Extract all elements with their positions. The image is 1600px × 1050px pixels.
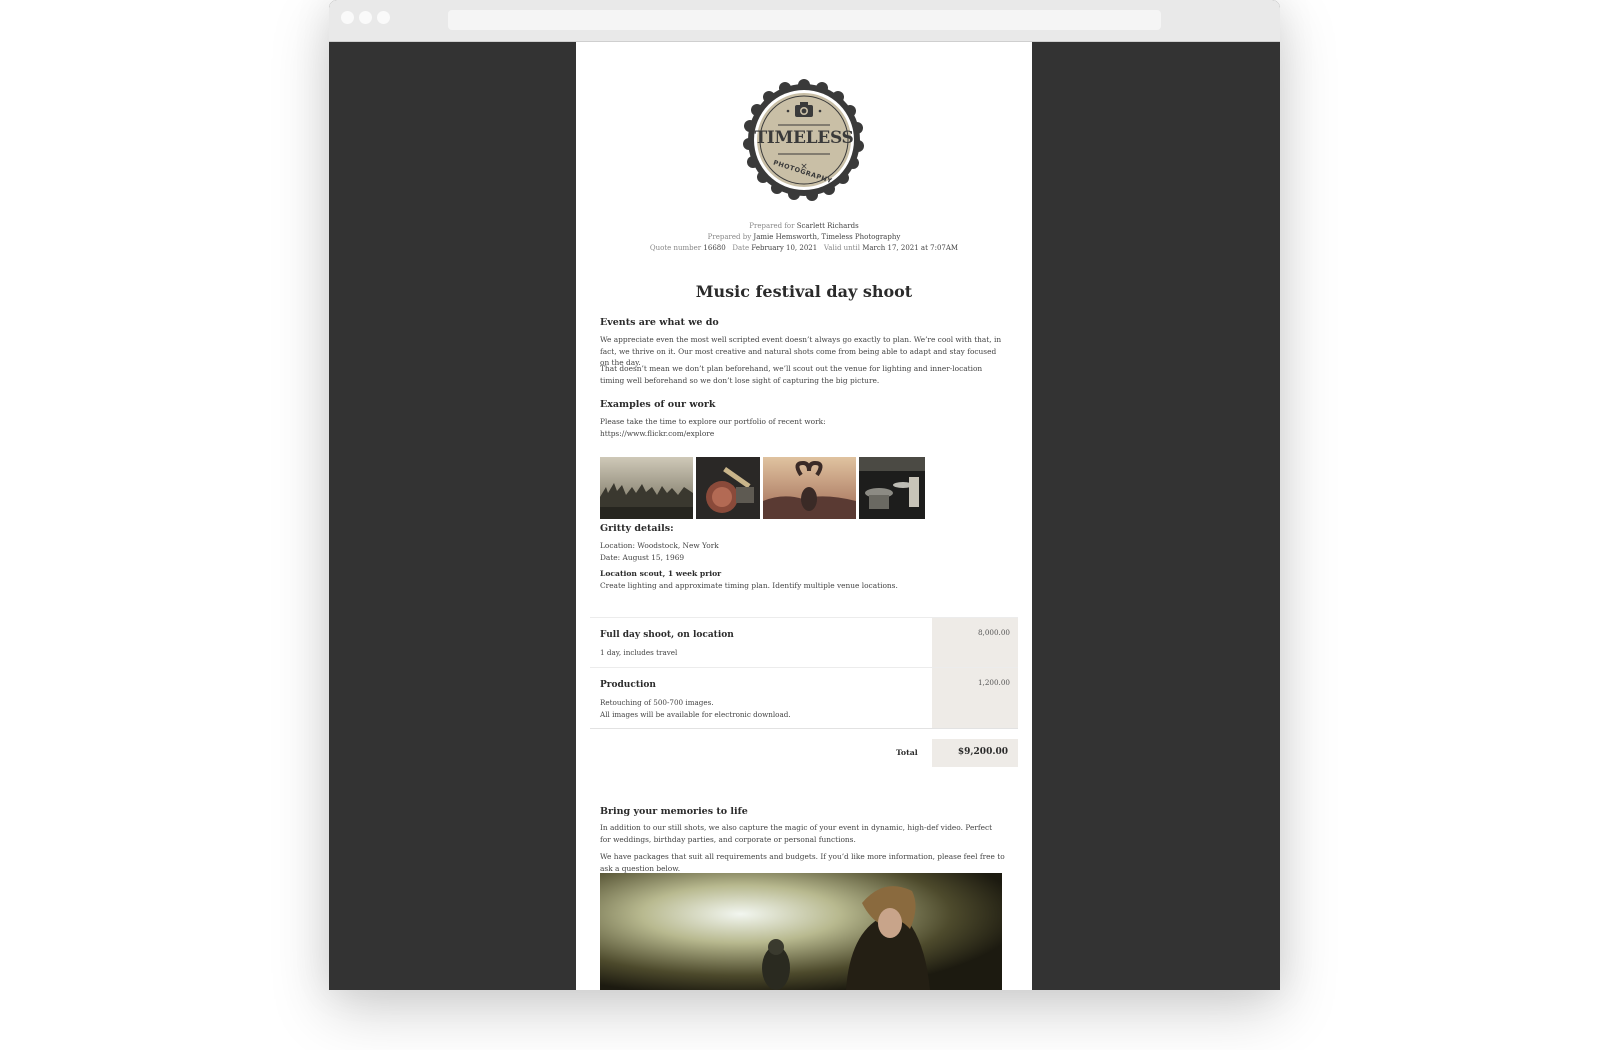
- quote-document: × TIMELESS PHOTOGRAPHY Prepared for Scar…: [576, 42, 1032, 990]
- window-close-button[interactable]: [341, 11, 354, 24]
- quote-number-value: 16680: [703, 244, 726, 252]
- location-scout-title: Location scout, 1 week prior: [600, 569, 722, 578]
- prepared-for-value: Scarlett Richards: [796, 222, 859, 230]
- line-item-price: 1,200.00: [977, 678, 1010, 687]
- event-location: Location: Woodstock, New York: [600, 541, 719, 550]
- line-item-description: All images will be available for electro…: [600, 710, 791, 719]
- prepared-by-value: Jamie Hemsworth, Timeless Photography: [753, 233, 901, 241]
- prepared-by-line: Prepared by Jamie Hemsworth, Timeless Ph…: [576, 232, 1032, 243]
- total-amount: $9,200.00: [932, 739, 1018, 767]
- location-scout-description: Create lighting and approximate timing p…: [600, 581, 898, 590]
- date-value: February 10, 2021: [751, 244, 818, 252]
- examples-text: Please take the time to explore our port…: [600, 417, 826, 426]
- events-paragraph-2: That doesn’t mean we don’t plan beforeha…: [600, 364, 983, 385]
- prepared-for-label: Prepared for: [749, 222, 795, 230]
- thumbnail-guitar[interactable]: [696, 457, 760, 519]
- prepared-by-label: Prepared by: [707, 233, 752, 241]
- prepared-for-line: Prepared for Scarlett Richards: [576, 221, 1032, 232]
- browser-chrome: [329, 0, 1280, 42]
- gritty-details-heading: Gritty details:: [600, 523, 674, 534]
- line-item-title: Production: [600, 680, 656, 690]
- line-item-row: Production Retouching of 500-700 images.…: [590, 667, 1018, 729]
- line-item-title: Full day shoot, on location: [600, 630, 734, 640]
- thumbnail-crowd[interactable]: [600, 457, 693, 519]
- memories-paragraph-2: We have packages that suit all requireme…: [600, 852, 1005, 873]
- event-date: Date: August 15, 1969: [600, 553, 685, 562]
- price-column: [932, 668, 1018, 728]
- date-label: Date: [732, 244, 750, 252]
- price-column: [932, 618, 1018, 667]
- examples-heading: Examples of our work: [600, 399, 716, 410]
- concert-photo: [600, 873, 1002, 990]
- total-label: Total: [896, 748, 918, 757]
- address-bar[interactable]: [448, 10, 1161, 30]
- company-logo: × TIMELESS PHOTOGRAPHY: [742, 78, 866, 202]
- memories-paragraph-1: In addition to our still shots, we also …: [600, 823, 993, 844]
- line-item-description: 1 day, includes travel: [600, 648, 678, 657]
- line-item-row: Full day shoot, on location 1 day, inclu…: [590, 617, 1018, 667]
- quote-info-line: Quote number 16680 Date February 10, 202…: [576, 243, 1032, 254]
- thumbnail-drummer[interactable]: [859, 457, 925, 519]
- window-maximize-button[interactable]: [377, 11, 390, 24]
- browser-window: × TIMELESS PHOTOGRAPHY Prepared for Scar…: [329, 0, 1280, 990]
- window-minimize-button[interactable]: [359, 11, 372, 24]
- valid-until-label: Valid until: [823, 244, 860, 252]
- events-heading: Events are what we do: [600, 317, 719, 328]
- quote-title: Music festival day shoot: [695, 282, 913, 301]
- thumbnail-heart-hands[interactable]: [763, 457, 856, 519]
- logo-wordmark: TIMELESS: [754, 128, 854, 148]
- portfolio-link[interactable]: https://www.flickr.com/explore: [600, 428, 1005, 440]
- valid-until-value: March 17, 2021 at 7:07AM: [862, 244, 959, 252]
- quote-number-label: Quote number: [649, 244, 702, 252]
- line-item-description: Retouching of 500-700 images.: [600, 698, 714, 707]
- line-item-price: 8,000.00: [977, 628, 1010, 637]
- memories-heading: Bring your memories to life: [600, 806, 748, 817]
